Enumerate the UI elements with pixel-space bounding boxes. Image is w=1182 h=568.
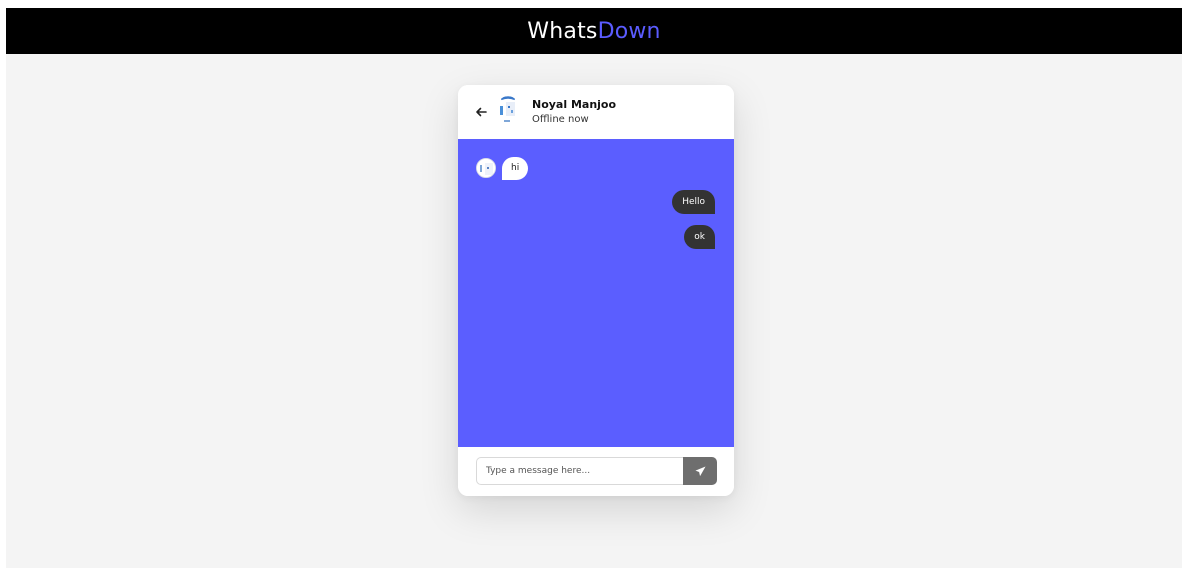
- chat-header: Noyal Manjoo Offline now: [458, 85, 734, 139]
- page-background: WhatsDown Noyal Manjoo Offline now hi He…: [6, 8, 1182, 568]
- back-button[interactable]: [474, 104, 488, 120]
- message-composer: [458, 447, 734, 496]
- brand-accent: Down: [597, 18, 661, 44]
- contact-name: Noyal Manjoo: [532, 98, 617, 111]
- sender-avatar: [476, 158, 496, 178]
- avatar: [496, 96, 520, 126]
- chat-messages-area: hi Hello ok: [458, 139, 734, 447]
- contact-status: Offline now: [532, 114, 589, 125]
- brand-primary: Whats: [527, 18, 598, 44]
- paper-plane-icon: [694, 465, 706, 476]
- outgoing-message-bubble: ok: [684, 225, 715, 249]
- incoming-message-bubble: hi: [502, 156, 529, 180]
- arrow-left-icon: [476, 107, 487, 117]
- chat-window: Noyal Manjoo Offline now hi Hello ok: [458, 85, 734, 496]
- top-navbar: WhatsDown: [6, 8, 1182, 54]
- app-logo: WhatsDown: [527, 19, 660, 44]
- outgoing-message-bubble: Hello: [672, 190, 715, 214]
- message-input[interactable]: [476, 457, 683, 485]
- send-button[interactable]: [683, 457, 717, 485]
- incoming-message-row: hi: [476, 156, 529, 180]
